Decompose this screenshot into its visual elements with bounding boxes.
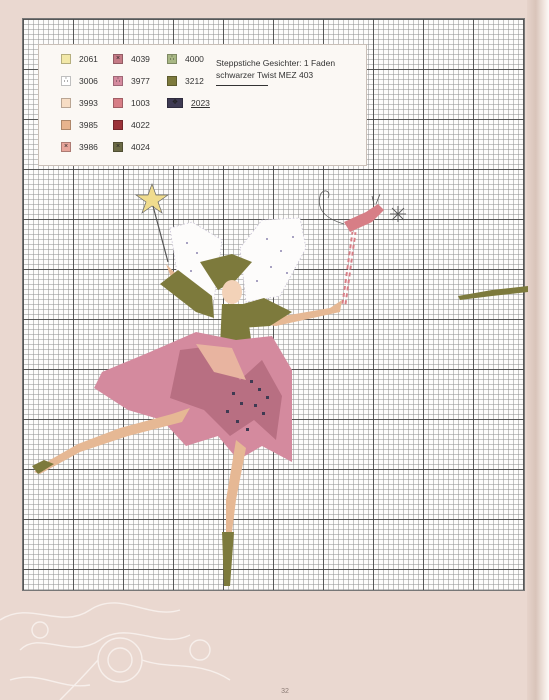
left-leg: [34, 408, 190, 474]
legend-item: 1003: [113, 97, 150, 109]
color-swatch: [167, 76, 177, 86]
color-code: 3977: [131, 76, 150, 86]
color-code: 2061: [79, 54, 98, 64]
page-number: 32: [281, 688, 289, 695]
legend-item: 3212: [167, 75, 204, 87]
color-swatch: [61, 120, 71, 130]
color-code: 4039: [131, 54, 150, 64]
color-swatch: ∴: [167, 54, 177, 64]
swatch-symbol: [62, 99, 70, 107]
swatch-symbol: [62, 121, 70, 129]
swatch-symbol: ×: [115, 55, 121, 62]
color-code: 4000: [185, 54, 204, 64]
color-swatch: ×: [113, 142, 123, 152]
backstitch-line-sample: [216, 85, 268, 86]
color-swatch: [113, 98, 123, 108]
backstitch-note: Steppstiche Gesichter: 1 Faden schwarzer…: [216, 58, 336, 80]
swatch-symbol: ×: [115, 143, 121, 150]
legend-item: 4022: [113, 119, 150, 131]
head: [222, 280, 242, 304]
color-code: 3006: [79, 76, 98, 86]
legend-item: ∴ 3977: [113, 75, 150, 87]
bird: [344, 204, 384, 232]
color-swatch: ∴: [61, 76, 71, 86]
swatch-symbol: ∴: [169, 55, 175, 62]
color-swatch: ×: [61, 142, 71, 152]
swatch-symbol: [62, 55, 70, 63]
legend-item: 3993: [61, 97, 98, 109]
wand-star: [134, 182, 170, 214]
legend-item: × 4024: [113, 141, 150, 153]
legend-item: 2061: [61, 53, 98, 65]
sparkle-star: [390, 206, 406, 222]
color-code: 2023: [191, 98, 210, 108]
color-swatch: ∴: [113, 76, 123, 86]
swatch-symbol: ❖: [171, 99, 179, 106]
lace-decoration: [0, 602, 231, 700]
color-code: 3986: [79, 142, 98, 152]
legend-item: ❖ 2023: [167, 97, 210, 109]
chart-continuation: [458, 286, 528, 300]
color-swatch: ×: [113, 54, 123, 64]
swatch-symbol: ∴: [63, 77, 69, 84]
color-code: 4024: [131, 142, 150, 152]
right-leg: [226, 440, 246, 534]
color-code: 3212: [185, 76, 204, 86]
legend-item: ∴ 3006: [61, 75, 98, 87]
legend-item: × 4039: [113, 53, 150, 65]
swatch-symbol: [114, 121, 122, 129]
color-swatch: [113, 120, 123, 130]
swatch-symbol: ×: [63, 143, 69, 150]
color-swatch: ❖: [167, 98, 183, 108]
color-swatch: [61, 54, 71, 64]
swatch-symbol: [114, 99, 122, 107]
color-code: 1003: [131, 98, 150, 108]
wand: [152, 205, 169, 263]
swatch-symbol: ∴: [115, 77, 121, 84]
bird-tail-swirl: [318, 190, 345, 225]
legend-item: × 3986: [61, 141, 98, 153]
right-wing: [239, 217, 307, 303]
color-code: 3985: [79, 120, 98, 130]
color-swatch: [61, 98, 71, 108]
swatch-symbol: [168, 77, 176, 85]
color-code: 4022: [131, 120, 150, 130]
legend-item: ∴ 4000: [167, 53, 204, 65]
legend-item: 3985: [61, 119, 98, 131]
right-foot: [222, 532, 234, 586]
color-code: 3993: [79, 98, 98, 108]
